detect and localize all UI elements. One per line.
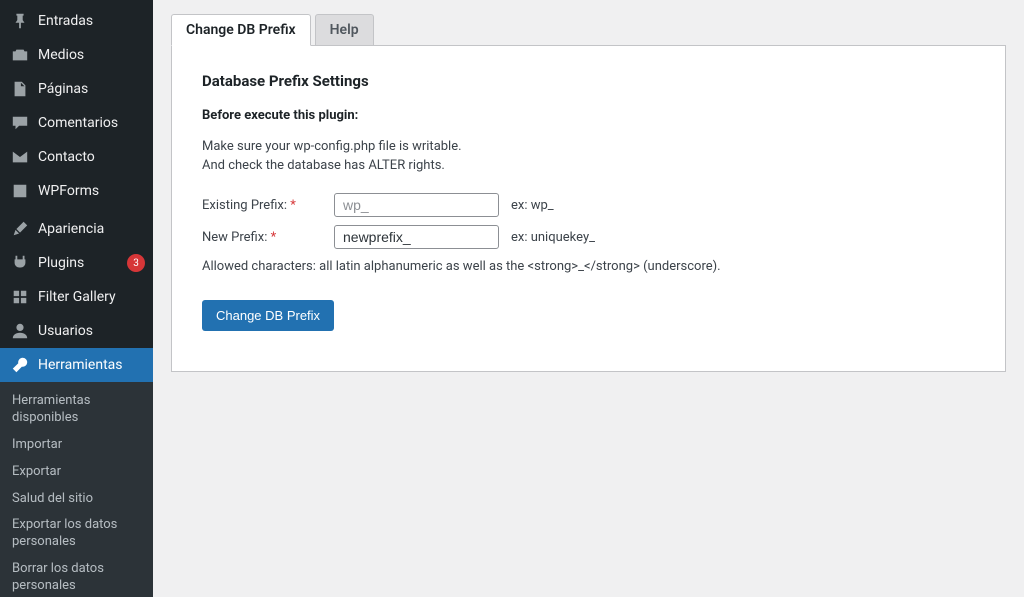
sidebar-item-entradas[interactable]: Entradas bbox=[0, 4, 153, 38]
existing-prefix-row: Existing Prefix: * ex: wp_ bbox=[202, 193, 975, 217]
existing-prefix-label: Existing Prefix: * bbox=[202, 198, 334, 213]
menu-label: Medios bbox=[38, 47, 145, 63]
allowed-chars-text: Allowed characters: all latin alphanumer… bbox=[202, 259, 975, 274]
instruction-2: And check the database has ALTER rights. bbox=[202, 158, 975, 173]
new-prefix-label: New Prefix: * bbox=[202, 230, 334, 245]
required-asterisk: * bbox=[290, 198, 296, 213]
tab-change-db-prefix[interactable]: Change DB Prefix bbox=[171, 14, 311, 46]
herramientas-submenu: Herramientas disponibles Importar Export… bbox=[0, 382, 153, 597]
settings-panel: Database Prefix Settings Before execute … bbox=[171, 46, 1006, 372]
before-execute-label: Before execute this plugin: bbox=[202, 108, 975, 123]
sidebar-item-filter-gallery[interactable]: Filter Gallery bbox=[0, 280, 153, 314]
sidebar-item-wpforms[interactable]: WPForms bbox=[0, 174, 153, 208]
label-text: New Prefix: bbox=[202, 230, 267, 245]
tab-bar: Change DB Prefix Help bbox=[171, 14, 1006, 46]
brush-icon bbox=[10, 219, 30, 239]
update-badge: 3 bbox=[127, 254, 145, 272]
sidebar-item-apariencia[interactable]: Apariencia bbox=[0, 212, 153, 246]
menu-label: Entradas bbox=[38, 13, 145, 29]
mail-icon bbox=[10, 147, 30, 167]
instruction-1: Make sure your wp-config.php file is wri… bbox=[202, 139, 975, 154]
menu-label: Usuarios bbox=[38, 323, 145, 339]
sidebar-item-herramientas[interactable]: Herramientas bbox=[0, 348, 153, 382]
grid-icon bbox=[10, 287, 30, 307]
sidebar-item-medios[interactable]: Medios bbox=[0, 38, 153, 72]
main-content: Change DB Prefix Help Database Prefix Se… bbox=[153, 0, 1024, 597]
menu-label: Plugins bbox=[38, 255, 123, 271]
comment-icon bbox=[10, 113, 30, 133]
sidebar-item-contacto[interactable]: Contacto bbox=[0, 140, 153, 174]
admin-sidebar: Entradas Medios Páginas Comentarios Cont… bbox=[0, 0, 153, 597]
menu-group-2: Apariencia Plugins 3 Filter Gallery Usua… bbox=[0, 208, 153, 382]
existing-prefix-input[interactable] bbox=[334, 193, 499, 217]
submenu-item-importar[interactable]: Importar bbox=[0, 432, 153, 459]
sidebar-item-comentarios[interactable]: Comentarios bbox=[0, 106, 153, 140]
menu-label: Comentarios bbox=[38, 115, 145, 131]
submenu-item-salud[interactable]: Salud del sitio bbox=[0, 486, 153, 513]
required-asterisk: * bbox=[271, 230, 277, 245]
submenu-item-exportar[interactable]: Exportar bbox=[0, 459, 153, 486]
camera-icon bbox=[10, 45, 30, 65]
panel-heading: Database Prefix Settings bbox=[202, 72, 975, 90]
menu-label: Herramientas bbox=[38, 357, 145, 373]
submenu-item-erase-data[interactable]: Borrar los datos personales bbox=[0, 556, 153, 597]
wrench-icon bbox=[10, 355, 30, 375]
menu-label: Contacto bbox=[38, 149, 145, 165]
existing-prefix-hint: ex: wp_ bbox=[511, 198, 554, 213]
change-db-prefix-button[interactable]: Change DB Prefix bbox=[202, 300, 334, 331]
new-prefix-input[interactable] bbox=[334, 225, 499, 249]
pin-icon bbox=[10, 11, 30, 31]
plug-icon bbox=[10, 253, 30, 273]
page-icon bbox=[10, 79, 30, 99]
menu-label: Apariencia bbox=[38, 221, 145, 237]
sidebar-item-usuarios[interactable]: Usuarios bbox=[0, 314, 153, 348]
sidebar-item-paginas[interactable]: Páginas bbox=[0, 72, 153, 106]
form-icon bbox=[10, 181, 30, 201]
new-prefix-hint: ex: uniquekey_ bbox=[511, 230, 595, 245]
menu-group-1: Entradas Medios Páginas Comentarios Cont… bbox=[0, 0, 153, 208]
label-text: Existing Prefix: bbox=[202, 198, 287, 213]
user-icon bbox=[10, 321, 30, 341]
menu-label: Páginas bbox=[38, 81, 145, 97]
menu-label: Filter Gallery bbox=[38, 289, 145, 305]
new-prefix-row: New Prefix: * ex: uniquekey_ bbox=[202, 225, 975, 249]
sidebar-item-plugins[interactable]: Plugins 3 bbox=[0, 246, 153, 280]
menu-label: WPForms bbox=[38, 183, 145, 199]
submenu-item-available-tools[interactable]: Herramientas disponibles bbox=[0, 388, 153, 432]
submenu-item-export-data[interactable]: Exportar los datos personales bbox=[0, 512, 153, 556]
tab-help[interactable]: Help bbox=[315, 14, 374, 46]
